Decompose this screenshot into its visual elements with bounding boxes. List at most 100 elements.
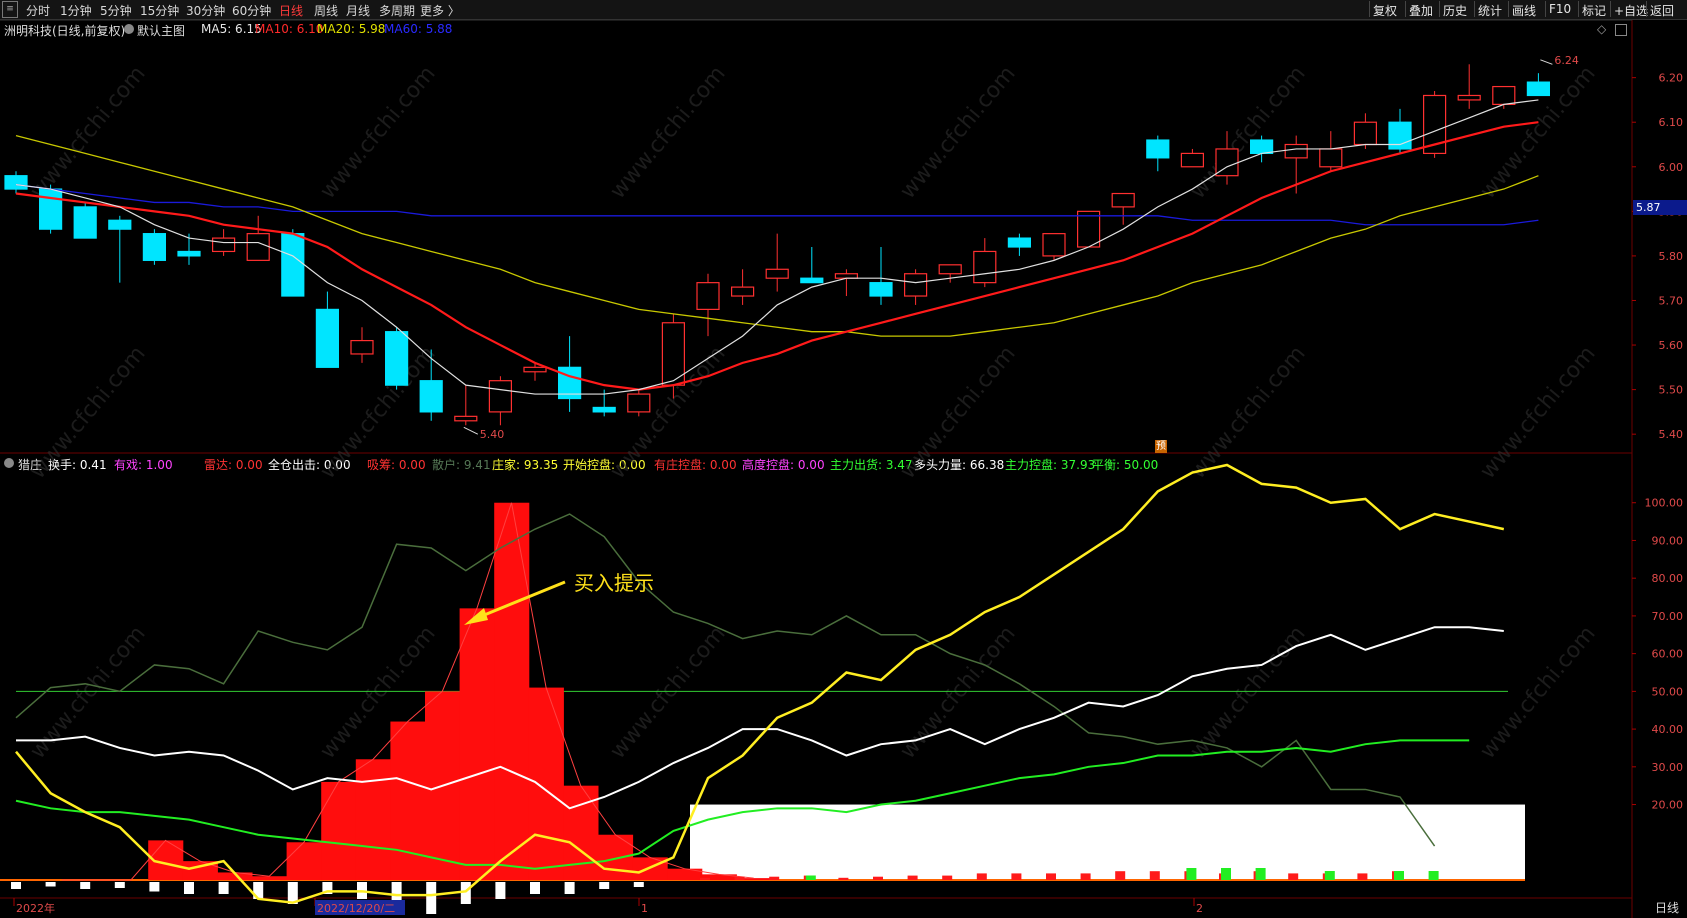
small-red-bar [769,876,780,880]
red-step-bar [390,721,426,880]
watermark-text: www.cfchi.com [1475,621,1600,763]
candle-body [1457,94,1481,101]
price-axis-label: 5.60 [1659,339,1684,352]
red-step-bar [321,781,357,880]
red-step-bar [598,834,634,880]
watermark-text: www.cfchi.com [315,61,440,203]
date-label: 2022年 [16,901,55,915]
indicator-axis-label: 80.00 [1652,572,1684,585]
forecast-badge: 预 [1155,440,1167,453]
current-price-tag: 5.87 [1633,200,1687,215]
candle-body [419,380,443,413]
candle-body [1492,85,1516,105]
small-red-bar [907,875,918,880]
price-axis-label: 5.70 [1659,294,1684,307]
date-label: 1 [641,902,648,915]
price-axis-label: 6.00 [1659,161,1684,174]
red-step-bar [252,876,288,880]
candle-body [454,415,478,422]
watermark-text: www.cfchi.com [895,621,1020,763]
stock-chart[interactable]: www.cfchi.com www.cfchi.com www.cfchi.com w… [0,0,1687,918]
ma60-line [15,183,1539,226]
low-marker-line [463,426,479,435]
candle-body [834,273,859,279]
candle-body [108,219,132,230]
indicator-axis-label: 60.00 [1652,648,1684,661]
price-axis-label: 5.50 [1659,384,1684,397]
candle-body [315,308,339,368]
candle-body [1353,121,1378,146]
candle-body [38,188,63,230]
candle-body [800,277,824,284]
small-red-bar [1357,873,1368,880]
indicator-axis-label: 50.00 [1652,685,1684,698]
candle-body [350,339,374,355]
date-label: 2022/12/20/二 [317,902,395,915]
candle-body [869,282,893,297]
negative-white-bar [426,882,437,914]
negative-white-bar [633,882,644,887]
small-green-bar [805,875,816,880]
watermark-text: www.cfchi.com [605,621,730,763]
candle-body [73,206,97,239]
candle-body [488,380,512,413]
negative-white-bar [218,882,229,894]
candle-body [212,237,236,253]
indicator-axis-label: 70.00 [1652,610,1684,623]
red-step-bar [528,687,564,880]
red-step-bar [459,608,495,880]
high-price-label: 6.24 [1554,54,1579,67]
candle-body [765,268,789,279]
candle-body [1526,81,1551,97]
price-axis-label: 6.20 [1659,72,1684,85]
indicator-axis-label: 20.00 [1652,799,1684,812]
watermark-text: www.cfchi.com [1185,61,1310,203]
candle-body [938,264,962,275]
small-red-bar [1080,873,1091,880]
indicator-axis-label: 100.00 [1645,497,1684,510]
watermark-text: www.cfchi.com [25,341,150,483]
small-green-bar [1428,871,1439,880]
price-axis-label: 5.80 [1659,250,1684,263]
negative-white-bar [45,882,56,887]
candle-body [281,233,305,297]
candle-body [592,406,616,413]
period-tab-daily[interactable]: 日线 [1655,899,1679,916]
small-red-bar [1149,871,1160,880]
small-red-bar [976,873,987,880]
candle-body [903,273,928,297]
candle-body [627,393,651,413]
small-green-bar [1186,868,1197,880]
candle-body [1284,143,1308,159]
negative-white-bar [114,882,125,888]
low-price-label: 5.40 [480,428,505,441]
small-red-bar [700,877,710,880]
candle-body [1180,152,1205,168]
negative-white-bar [11,882,21,889]
candle-body [973,250,997,284]
negative-white-bar [495,882,506,899]
watermark-text: www.cfchi.com [895,61,1020,203]
highlight-box [690,804,1525,880]
candle-body [385,331,409,386]
indicator-axis-label: 30.00 [1652,761,1684,774]
small-green-bar [1324,871,1335,880]
candle-body [246,233,270,261]
small-red-bar [1115,871,1126,880]
price-axis-label: 6.10 [1659,116,1684,129]
candle-body [730,286,755,297]
candle-body [142,233,166,261]
negative-white-bar [184,882,194,894]
red-step-bar [494,502,530,880]
small-green-bar [1255,868,1266,880]
small-red-bar [734,876,745,880]
negative-white-bar [149,882,160,892]
negative-white-bar [599,882,610,889]
high-marker-line [1540,59,1553,65]
negative-white-bar [564,882,575,894]
watermark-text: www.cfchi.com [605,61,730,203]
price-axis-label: 5.40 [1659,428,1684,441]
candle-body [177,250,201,257]
small-red-bar [942,875,953,880]
small-green-bar [1394,871,1404,880]
